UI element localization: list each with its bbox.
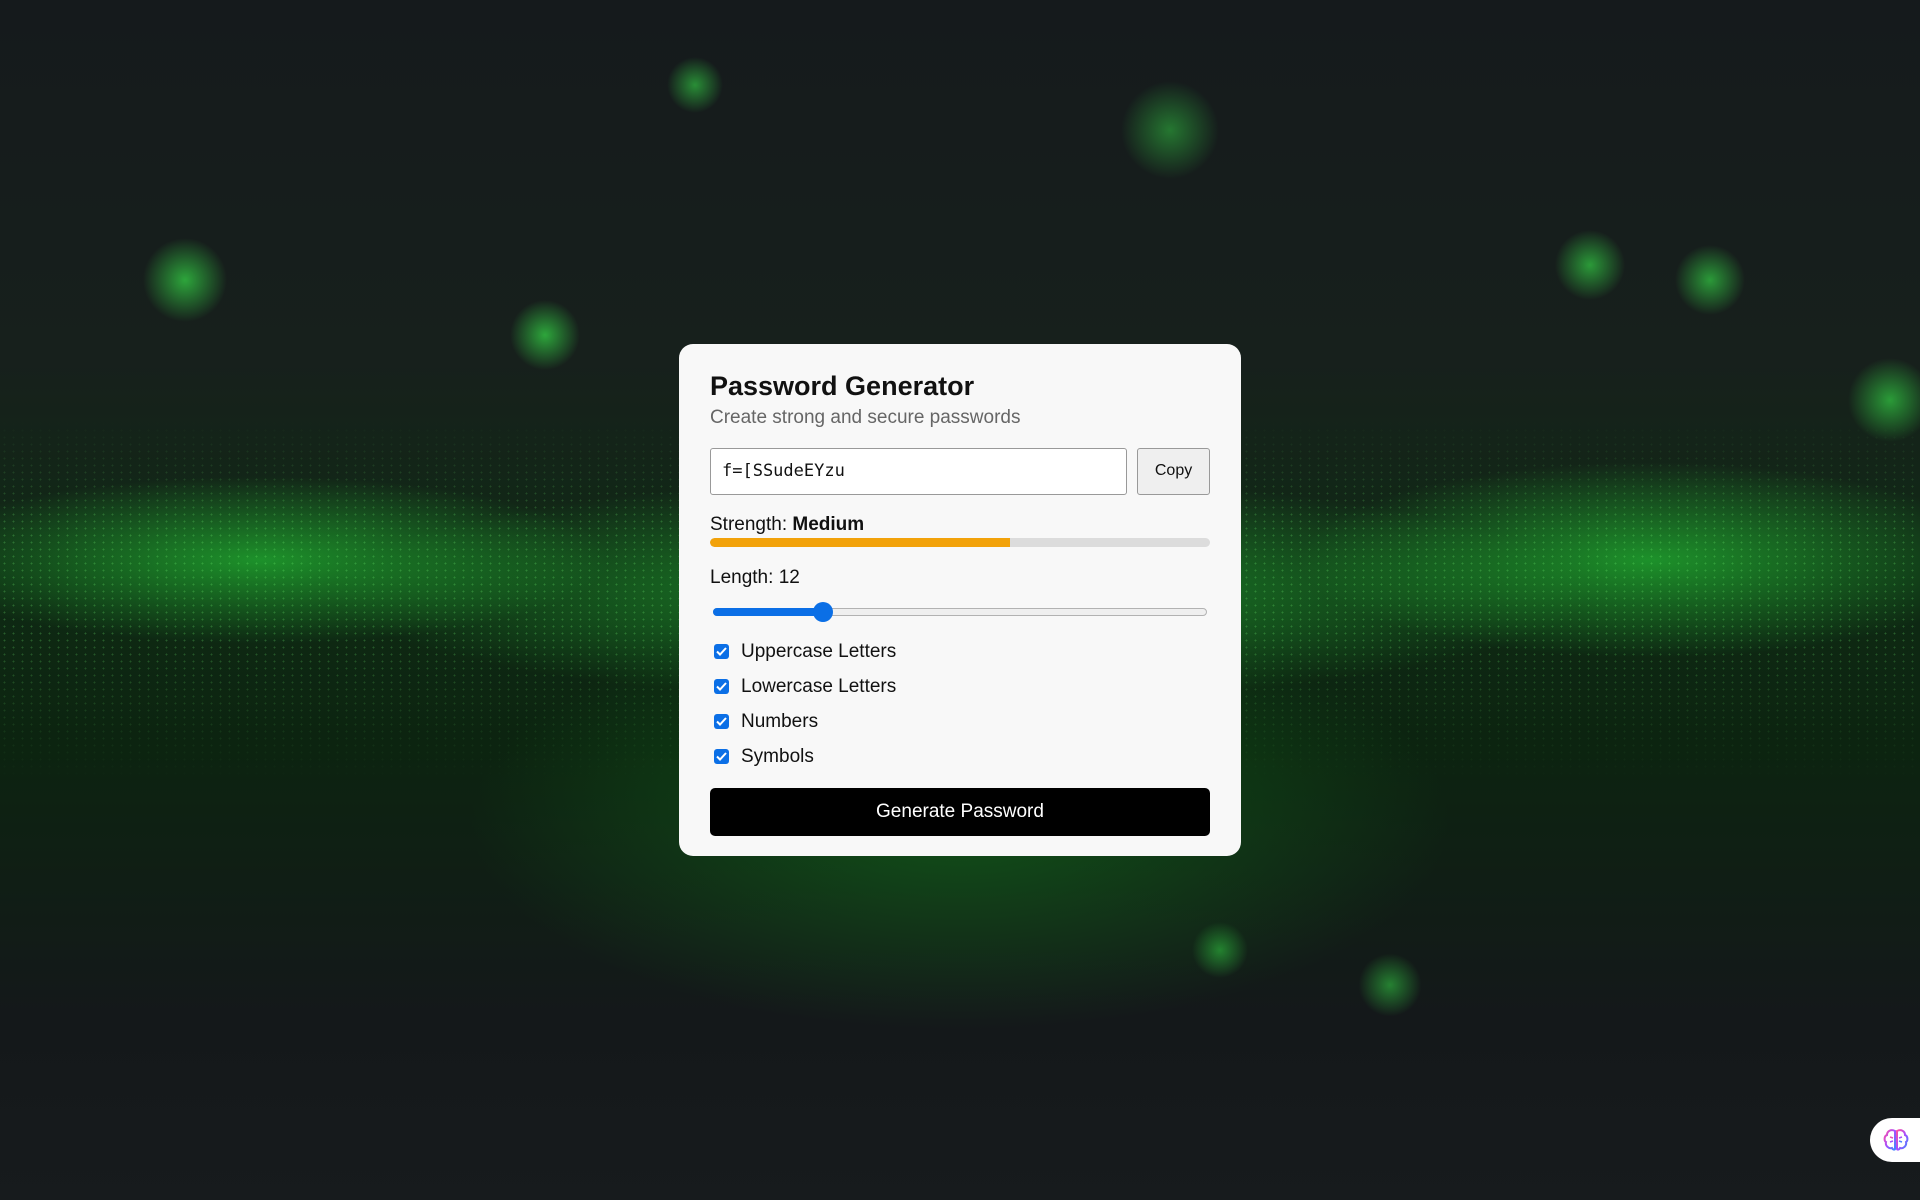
length-label: Length: — [710, 567, 774, 588]
lowercase-label: Lowercase Letters — [741, 675, 897, 697]
page-subtitle: Create strong and secure passwords — [710, 407, 1021, 428]
password-output-field[interactable] — [710, 447, 1128, 495]
length-slider-thumb[interactable] — [812, 602, 833, 622]
symbols-checkbox[interactable] — [714, 749, 729, 764]
assistant-button[interactable] — [1870, 1118, 1920, 1162]
option-lowercase[interactable]: Lowercase Letters — [710, 669, 1210, 704]
checkmark-icon — [716, 647, 727, 656]
copy-button[interactable]: Copy — [1137, 447, 1210, 495]
numbers-checkbox[interactable] — [714, 714, 729, 729]
length-slider-fill — [713, 608, 823, 616]
lowercase-checkbox[interactable] — [714, 679, 729, 694]
character-options: Uppercase Letters Lowercase Letters Numb… — [710, 634, 1210, 774]
generate-password-button[interactable]: Generate Password — [710, 788, 1210, 836]
uppercase-checkbox[interactable] — [714, 644, 729, 659]
password-generator-card: Password Generator Create strong and sec… — [679, 344, 1241, 856]
strength-label: Strength: — [710, 514, 788, 535]
option-uppercase[interactable]: Uppercase Letters — [710, 634, 1210, 669]
checkmark-icon — [716, 752, 727, 761]
strength-value: Medium — [792, 514, 865, 535]
page-title: Password Generator — [710, 371, 975, 401]
symbols-label: Symbols — [741, 745, 814, 767]
option-numbers[interactable]: Numbers — [710, 704, 1210, 739]
strength-indicator: Strength: Medium — [710, 514, 1210, 536]
option-symbols[interactable]: Symbols — [710, 739, 1210, 774]
length-value: 12 — [778, 567, 800, 588]
strength-meter-fill — [710, 538, 1010, 547]
checkmark-icon — [716, 717, 727, 726]
numbers-label: Numbers — [741, 710, 819, 732]
strength-meter — [710, 538, 1210, 547]
checkmark-icon — [716, 682, 727, 691]
uppercase-label: Uppercase Letters — [741, 640, 897, 662]
length-slider[interactable] — [710, 601, 1210, 623]
length-indicator: Length: 12 — [710, 567, 1210, 589]
password-row: Copy — [710, 447, 1210, 495]
brain-icon — [1883, 1129, 1909, 1151]
